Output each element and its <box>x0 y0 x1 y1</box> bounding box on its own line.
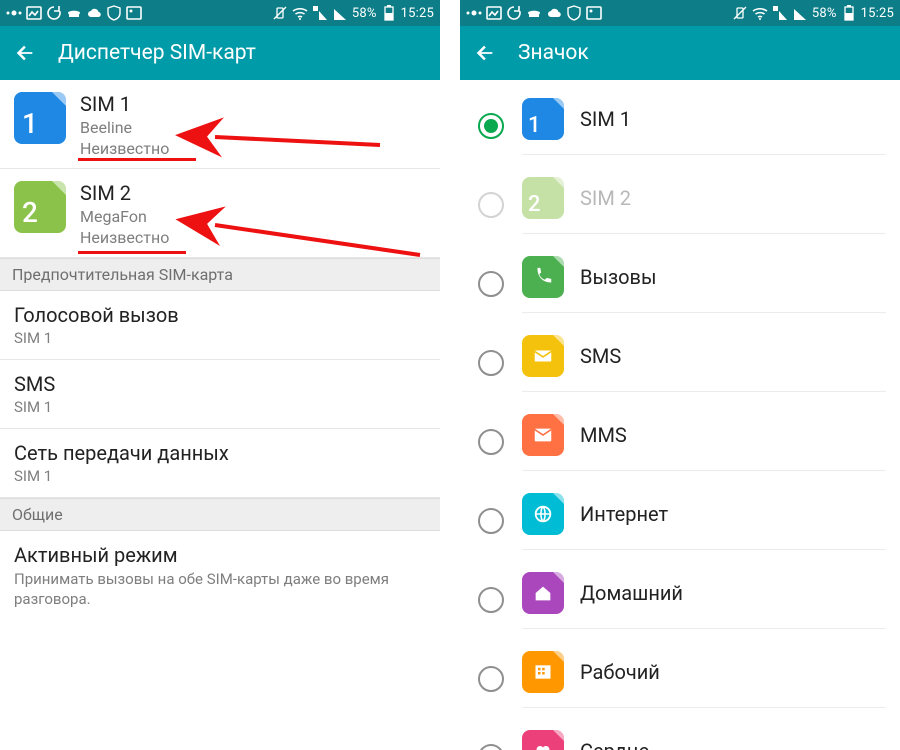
sim2-icon: 2 <box>14 181 66 233</box>
heart-icon <box>522 730 564 750</box>
envelope-icon <box>522 335 564 377</box>
mms-icon <box>522 414 564 456</box>
annotation-underline-2 <box>78 251 186 254</box>
sim1-signal-icon <box>312 5 328 21</box>
shield-icon <box>566 5 582 21</box>
radio-icon[interactable] <box>478 271 504 297</box>
image2-icon <box>126 5 142 21</box>
battery-icon <box>841 5 857 21</box>
screen-title: Диспетчер SIM-карт <box>58 41 256 65</box>
sim1-item[interactable]: 1 SIM 1 Beeline Неизвестно <box>0 80 440 169</box>
work-icon <box>522 651 564 693</box>
sim1-status: Неизвестно <box>80 139 169 158</box>
shield-icon <box>106 5 122 21</box>
sim1-name: SIM 1 <box>80 92 169 116</box>
radio-icon[interactable] <box>478 192 504 218</box>
app-bar: Значок <box>460 26 900 80</box>
battery-percent: 58% <box>812 6 837 21</box>
option-sim2[interactable]: 2 SIM 2 <box>460 165 900 244</box>
radio-icon[interactable] <box>478 666 504 692</box>
wifi-icon <box>752 5 768 21</box>
left-screen: 58% 15:25 Диспетчер SIM-карт 1 SIM 1 Bee… <box>0 0 440 750</box>
notif-icon <box>466 5 482 21</box>
sim2-signal-icon <box>332 5 348 21</box>
annotation-underline-1 <box>78 158 196 161</box>
right-screen: 58% 15:25 Значок 1 SIM 1 2 SIM 2 <box>460 0 900 750</box>
sim2-signal-icon <box>792 5 808 21</box>
sim2-icon: 2 <box>522 177 564 219</box>
battery-percent: 58% <box>352 6 377 21</box>
clock: 15:25 <box>401 6 434 21</box>
setting-voice[interactable]: Голосовой вызов SIM 1 <box>0 291 440 360</box>
refresh-icon <box>506 5 522 21</box>
status-bar: 58% 15:25 <box>460 0 900 26</box>
option-heart[interactable]: Сердце <box>460 718 900 750</box>
screen-title: Значок <box>518 41 589 65</box>
back-arrow-icon[interactable] <box>474 42 496 64</box>
picture-icon <box>26 5 42 21</box>
setting-sms[interactable]: SMS SIM 1 <box>0 360 440 429</box>
hat-icon <box>66 5 82 21</box>
home-icon <box>522 572 564 614</box>
sim2-item[interactable]: 2 SIM 2 MegaFon Неизвестно <box>0 169 440 258</box>
sim1-icon: 1 <box>14 92 66 144</box>
radio-icon[interactable] <box>478 508 504 534</box>
notif-icon <box>6 5 22 21</box>
option-sim1[interactable]: 1 SIM 1 <box>460 86 900 165</box>
option-calls[interactable]: Вызовы <box>460 244 900 323</box>
refresh-icon <box>46 5 62 21</box>
novibe-icon <box>272 5 288 21</box>
picture-icon <box>486 5 502 21</box>
option-mms[interactable]: MMS <box>460 402 900 481</box>
section-pref: Предпочтительная SIM-карта <box>0 258 440 291</box>
sim2-status: Неизвестно <box>80 228 169 247</box>
cloud-icon <box>86 5 102 21</box>
radio-icon[interactable] <box>478 587 504 613</box>
radio-icon[interactable] <box>478 744 504 750</box>
setting-active-mode[interactable]: Активный режим Принимать вызовы на обе S… <box>0 531 440 622</box>
app-bar: Диспетчер SIM-карт <box>0 26 440 80</box>
sim1-signal-icon <box>772 5 788 21</box>
back-arrow-icon[interactable] <box>14 42 36 64</box>
hat-icon <box>526 5 542 21</box>
setting-data[interactable]: Сеть передачи данных SIM 1 <box>0 429 440 498</box>
icon-radio-list: 1 SIM 1 2 SIM 2 Вызовы <box>460 80 900 750</box>
sim1-carrier: Beeline <box>80 118 169 137</box>
section-general: Общие <box>0 498 440 531</box>
novibe-icon <box>732 5 748 21</box>
status-bar: 58% 15:25 <box>0 0 440 26</box>
sim2-carrier: MegaFon <box>80 207 169 226</box>
option-sms[interactable]: SMS <box>460 323 900 402</box>
radio-icon[interactable] <box>478 350 504 376</box>
battery-icon <box>381 5 397 21</box>
globe-icon <box>522 493 564 535</box>
option-work[interactable]: Рабочий <box>460 639 900 718</box>
option-internet[interactable]: Интернет <box>460 481 900 560</box>
sim2-name: SIM 2 <box>80 181 169 205</box>
radio-icon[interactable] <box>478 113 504 139</box>
image2-icon <box>586 5 602 21</box>
wifi-icon <box>292 5 308 21</box>
clock: 15:25 <box>861 6 894 21</box>
option-home[interactable]: Домашний <box>460 560 900 639</box>
phone-icon <box>522 256 564 298</box>
sim1-icon: 1 <box>522 98 564 140</box>
radio-icon[interactable] <box>478 429 504 455</box>
cloud-icon <box>546 5 562 21</box>
